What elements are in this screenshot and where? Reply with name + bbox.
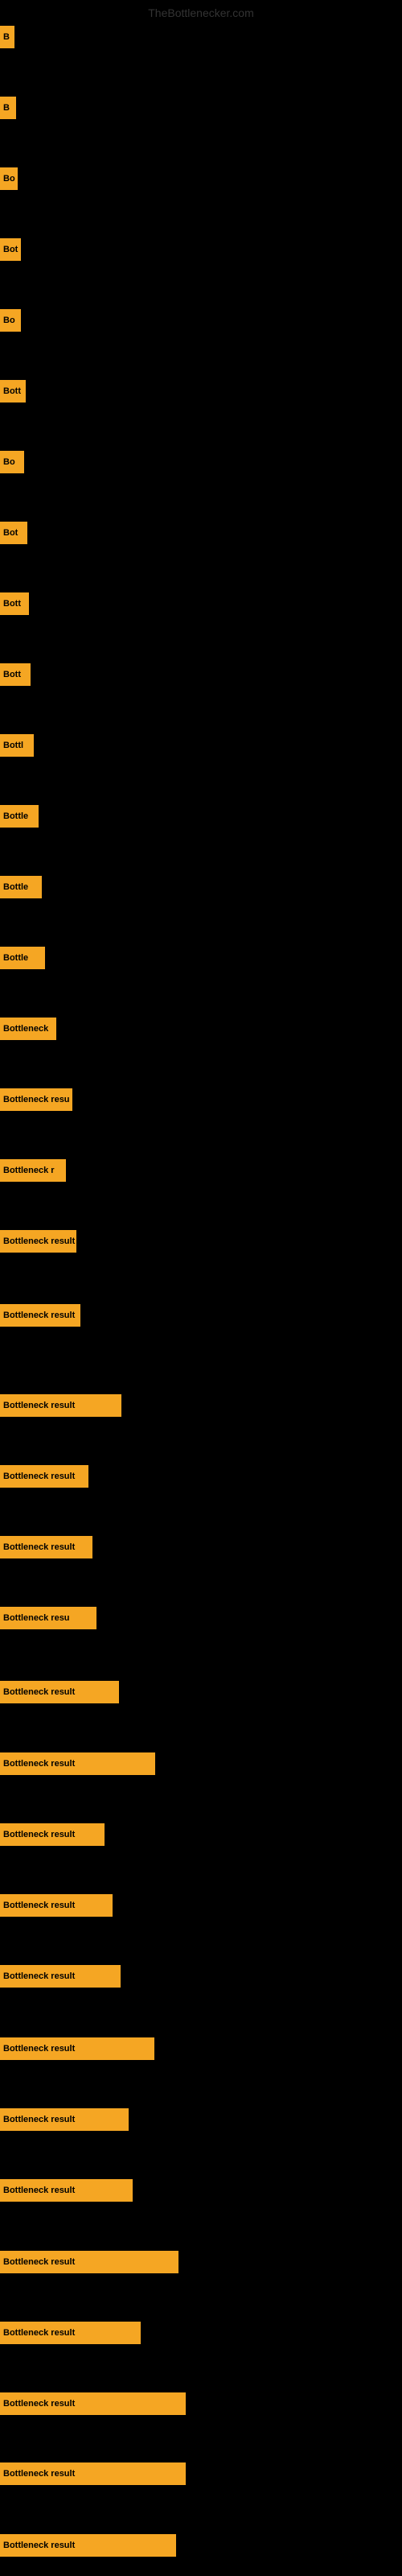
bar-item: Bo	[0, 451, 24, 473]
bar-label: Bo	[0, 451, 24, 473]
bar-label: Bottleneck result	[0, 1752, 155, 1775]
bar-item: Bottleneck result	[0, 2322, 141, 2344]
site-title: TheBottlenecker.com	[148, 6, 254, 19]
bar-item: Bottleneck result	[0, 2179, 133, 2202]
bar-item: Bottleneck result	[0, 1304, 80, 1327]
bar-label: Bottleneck result	[0, 1536, 92, 1558]
bar-item: Bottleneck result	[0, 1681, 119, 1703]
bar-label: Bottleneck result	[0, 1965, 121, 1988]
bar-label: Bottleneck result	[0, 2251, 178, 2273]
bar-item: Bottleneck result	[0, 2037, 154, 2060]
bar-item: Bot	[0, 238, 21, 261]
bar-label: Bottleneck result	[0, 1304, 80, 1327]
bar-label: Bottleneck result	[0, 1681, 119, 1703]
bar-item: Bot	[0, 522, 27, 544]
bar-item: Bott	[0, 592, 29, 615]
bar-label: Bottleneck result	[0, 1894, 113, 1917]
bar-label: Bo	[0, 309, 21, 332]
bar-item: Bottleneck result	[0, 2108, 129, 2131]
bar-item: Bottle	[0, 805, 39, 828]
bar-label: Bottleneck	[0, 1018, 56, 1040]
bar-label: Bottleneck result	[0, 2037, 154, 2060]
bar-label: B	[0, 97, 16, 119]
bar-item: Bottleneck result	[0, 1465, 88, 1488]
bar-item: Bottle	[0, 947, 45, 969]
bar-item: Bottleneck result	[0, 2534, 176, 2557]
bar-item: Bottle	[0, 876, 42, 898]
bar-item: Bottleneck result	[0, 1894, 113, 1917]
bar-label: Bottleneck result	[0, 2108, 129, 2131]
bar-item: Bottleneck result	[0, 1823, 105, 1846]
bar-label: Bo	[0, 167, 18, 190]
bar-label: Bot	[0, 522, 27, 544]
bar-label: Bottleneck result	[0, 2462, 186, 2485]
bar-item: Bottleneck resu	[0, 1088, 72, 1111]
bar-item: Bo	[0, 167, 18, 190]
bar-item: Bottleneck resu	[0, 1607, 96, 1629]
bar-label: Bottleneck result	[0, 1230, 76, 1253]
bar-item: Bo	[0, 309, 21, 332]
bar-label: Bottle	[0, 947, 45, 969]
bar-label: Bottle	[0, 876, 42, 898]
bar-item: B	[0, 97, 16, 119]
bar-item: Bottleneck result	[0, 1536, 92, 1558]
bar-label: Bott	[0, 592, 29, 615]
bar-label: Bottleneck resu	[0, 1088, 72, 1111]
bar-item: Bottleneck result	[0, 1752, 155, 1775]
bar-item: Bottleneck result	[0, 2251, 178, 2273]
bar-item: Bottleneck result	[0, 1965, 121, 1988]
bar-label: Bot	[0, 238, 21, 261]
bar-item: Bottleneck result	[0, 2392, 186, 2415]
bar-label: Bottleneck result	[0, 2392, 186, 2415]
bar-label: Bottleneck resu	[0, 1607, 96, 1629]
bar-label: Bottleneck result	[0, 2179, 133, 2202]
bar-label: Bottleneck r	[0, 1159, 66, 1182]
bar-item: Bott	[0, 380, 26, 402]
bar-item: Bottleneck r	[0, 1159, 66, 1182]
bar-item: Bott	[0, 663, 31, 686]
bar-item: Bottleneck result	[0, 2462, 186, 2485]
bar-item: Bottleneck result	[0, 1230, 76, 1253]
bar-label: Bottleneck result	[0, 2322, 141, 2344]
bar-label: Bottle	[0, 805, 39, 828]
bar-label: Bottleneck result	[0, 1823, 105, 1846]
bar-label: B	[0, 26, 14, 48]
bar-item: B	[0, 26, 14, 48]
bar-label: Bottleneck result	[0, 1394, 121, 1417]
bar-item: Bottleneck result	[0, 1394, 121, 1417]
bar-label: Bottl	[0, 734, 34, 757]
bar-item: Bottleneck	[0, 1018, 56, 1040]
bar-label: Bott	[0, 380, 26, 402]
bar-label: Bott	[0, 663, 31, 686]
bar-label: Bottleneck result	[0, 1465, 88, 1488]
bar-item: Bottl	[0, 734, 34, 757]
bar-label: Bottleneck result	[0, 2534, 176, 2557]
